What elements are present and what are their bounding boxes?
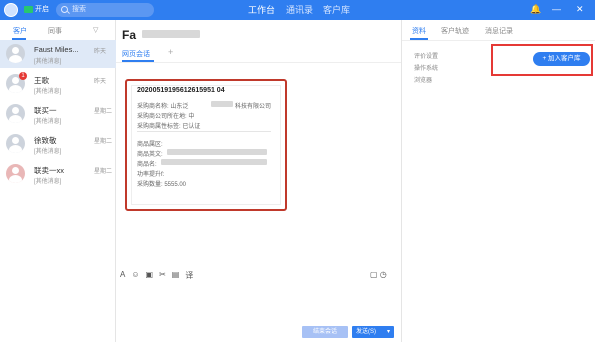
user-avatar[interactable] <box>4 3 18 17</box>
info-os: 操作系统 <box>414 66 439 72</box>
redacted-text <box>167 149 267 155</box>
customer-info-panel: 资料 客户轨迹 消息记录 评价设置 操作系统 浏览器 + 加入客户库 <box>401 20 595 342</box>
list-item[interactable]: Faust Miles... [其他消息] 昨天 <box>0 40 116 68</box>
avatar <box>6 104 25 123</box>
redacted-text <box>211 101 233 107</box>
end-session-button[interactable]: 结束会话 <box>302 326 348 338</box>
divider <box>402 40 595 41</box>
contact-preview: [其他消息] <box>34 89 62 95</box>
contact-time: 星期二 <box>94 169 113 175</box>
nav-workbench[interactable]: 工作台 <box>248 0 275 20</box>
font-icon[interactable]: A <box>120 270 125 281</box>
contact-name: 联卖一xx <box>34 166 64 175</box>
product-region: 商品属区: <box>137 142 163 148</box>
contact-preview: [其他消息] <box>34 149 62 155</box>
online-status-toggle[interactable]: 开启 <box>24 4 49 14</box>
buyer-company-suffix: 科技有限公司 <box>235 104 272 110</box>
send-button[interactable]: 发送(S) ▾ <box>352 326 394 338</box>
status-label: 开启 <box>35 6 49 13</box>
search-placeholder: 搜索 <box>72 6 86 13</box>
avatar <box>6 44 25 63</box>
list-item[interactable]: 徐致敬 [其他消息] 星期二 <box>0 130 116 158</box>
redacted-text <box>161 159 267 165</box>
contact-name: 王歌 <box>34 76 49 85</box>
image-icon[interactable]: ▣ <box>146 270 154 281</box>
contact-time: 昨天 <box>94 79 107 85</box>
buyer-name: 采购商名称: 山东泛 <box>137 104 189 110</box>
tab-message-history[interactable]: 消息记录 <box>485 26 513 36</box>
buyer-tag: 采购商属性标签: 已认证 <box>137 124 201 130</box>
tab-web-session[interactable]: 网页会话 <box>122 49 150 59</box>
chevron-down-icon[interactable]: ▾ <box>387 326 390 338</box>
contact-preview: [其他消息] <box>34 119 62 125</box>
contact-time: 星期二 <box>94 139 113 145</box>
bell-icon[interactable]: 🔔 <box>530 4 541 15</box>
history-icon[interactable]: ▢ ◷ <box>370 270 387 279</box>
contact-name: Faust Miles... <box>34 45 79 54</box>
scissors-icon[interactable]: ✂ <box>159 270 166 281</box>
tab-profile[interactable]: 资料 <box>412 26 426 36</box>
product-power: 功率提升f: <box>137 172 165 178</box>
product-english: 商品英文: <box>137 152 163 158</box>
info-rating: 评价设置 <box>414 54 439 60</box>
conversation-title: Fa <box>122 28 137 42</box>
contact-name: 联买一 <box>34 106 57 115</box>
add-to-customer-library-button[interactable]: + 加入客户库 <box>533 52 590 66</box>
avatar <box>6 134 25 153</box>
avatar <box>6 164 25 183</box>
contact-name: 徐致敬 <box>34 136 57 145</box>
status-icon <box>24 5 33 13</box>
tab-colleagues[interactable]: 同事 <box>48 26 62 36</box>
product-name: 商品名: <box>137 162 157 168</box>
contact-preview: [其他消息] <box>34 179 62 185</box>
close-icon[interactable]: ✕ <box>576 4 584 15</box>
buyer-location: 采购商公司所在地: 中 <box>137 114 195 120</box>
search-input[interactable]: 搜索 <box>56 3 154 17</box>
conversation-panel: Fa 网页会话 + 20200519195612615951 04 采购商名称:… <box>116 20 401 342</box>
unread-badge: 1 <box>19 72 27 80</box>
inquiry-id: 20200519195612615951 04 <box>137 87 225 94</box>
info-browser: 浏览器 <box>414 78 433 84</box>
divider <box>116 62 401 63</box>
tab-customers[interactable]: 客户 <box>13 26 27 36</box>
purchase-quantity: 采购数量: 5555.00 <box>137 182 187 188</box>
contact-time: 昨天 <box>94 49 107 55</box>
emoji-icon[interactable]: ☺ <box>131 270 139 281</box>
redacted-name <box>142 30 200 38</box>
list-item[interactable]: 联买一 [其他消息] 星期二 <box>0 100 116 128</box>
contact-preview: [其他消息] <box>34 59 62 65</box>
contact-list-panel: 客户 同事 ▽ Faust Miles... [其他消息] 昨天 1 王歌 [其… <box>0 20 116 342</box>
tab-customer-track[interactable]: 客户轨迹 <box>441 26 469 36</box>
minimize-icon[interactable]: — <box>552 4 561 14</box>
card-divider <box>137 131 271 132</box>
add-tab-icon[interactable]: + <box>168 47 173 57</box>
send-label: 发送(S) <box>356 329 376 335</box>
nav-customer-library[interactable]: 客户库 <box>323 0 350 20</box>
nav-contacts[interactable]: 通讯录 <box>286 0 313 20</box>
top-bar: 开启 搜索 工作台 通讯录 客户库 🔔 — ✕ <box>0 0 595 20</box>
editor-toolbar: A ☺ ▣ ✂ ▤ 译 <box>120 270 193 281</box>
filter-icon[interactable]: ▽ <box>93 26 98 34</box>
inquiry-card[interactable]: 20200519195612615951 04 采购商名称: 山东泛 科技有限公… <box>125 79 287 211</box>
quick-reply-icon[interactable]: ▤ <box>172 270 180 281</box>
search-icon <box>61 6 68 13</box>
translate-icon[interactable]: 译 <box>185 270 193 281</box>
list-item[interactable]: 1 王歌 [其他消息] 昨天 <box>0 70 116 98</box>
contact-time: 星期二 <box>94 109 113 115</box>
list-item[interactable]: 联卖一xx [其他消息] 星期二 <box>0 160 116 188</box>
